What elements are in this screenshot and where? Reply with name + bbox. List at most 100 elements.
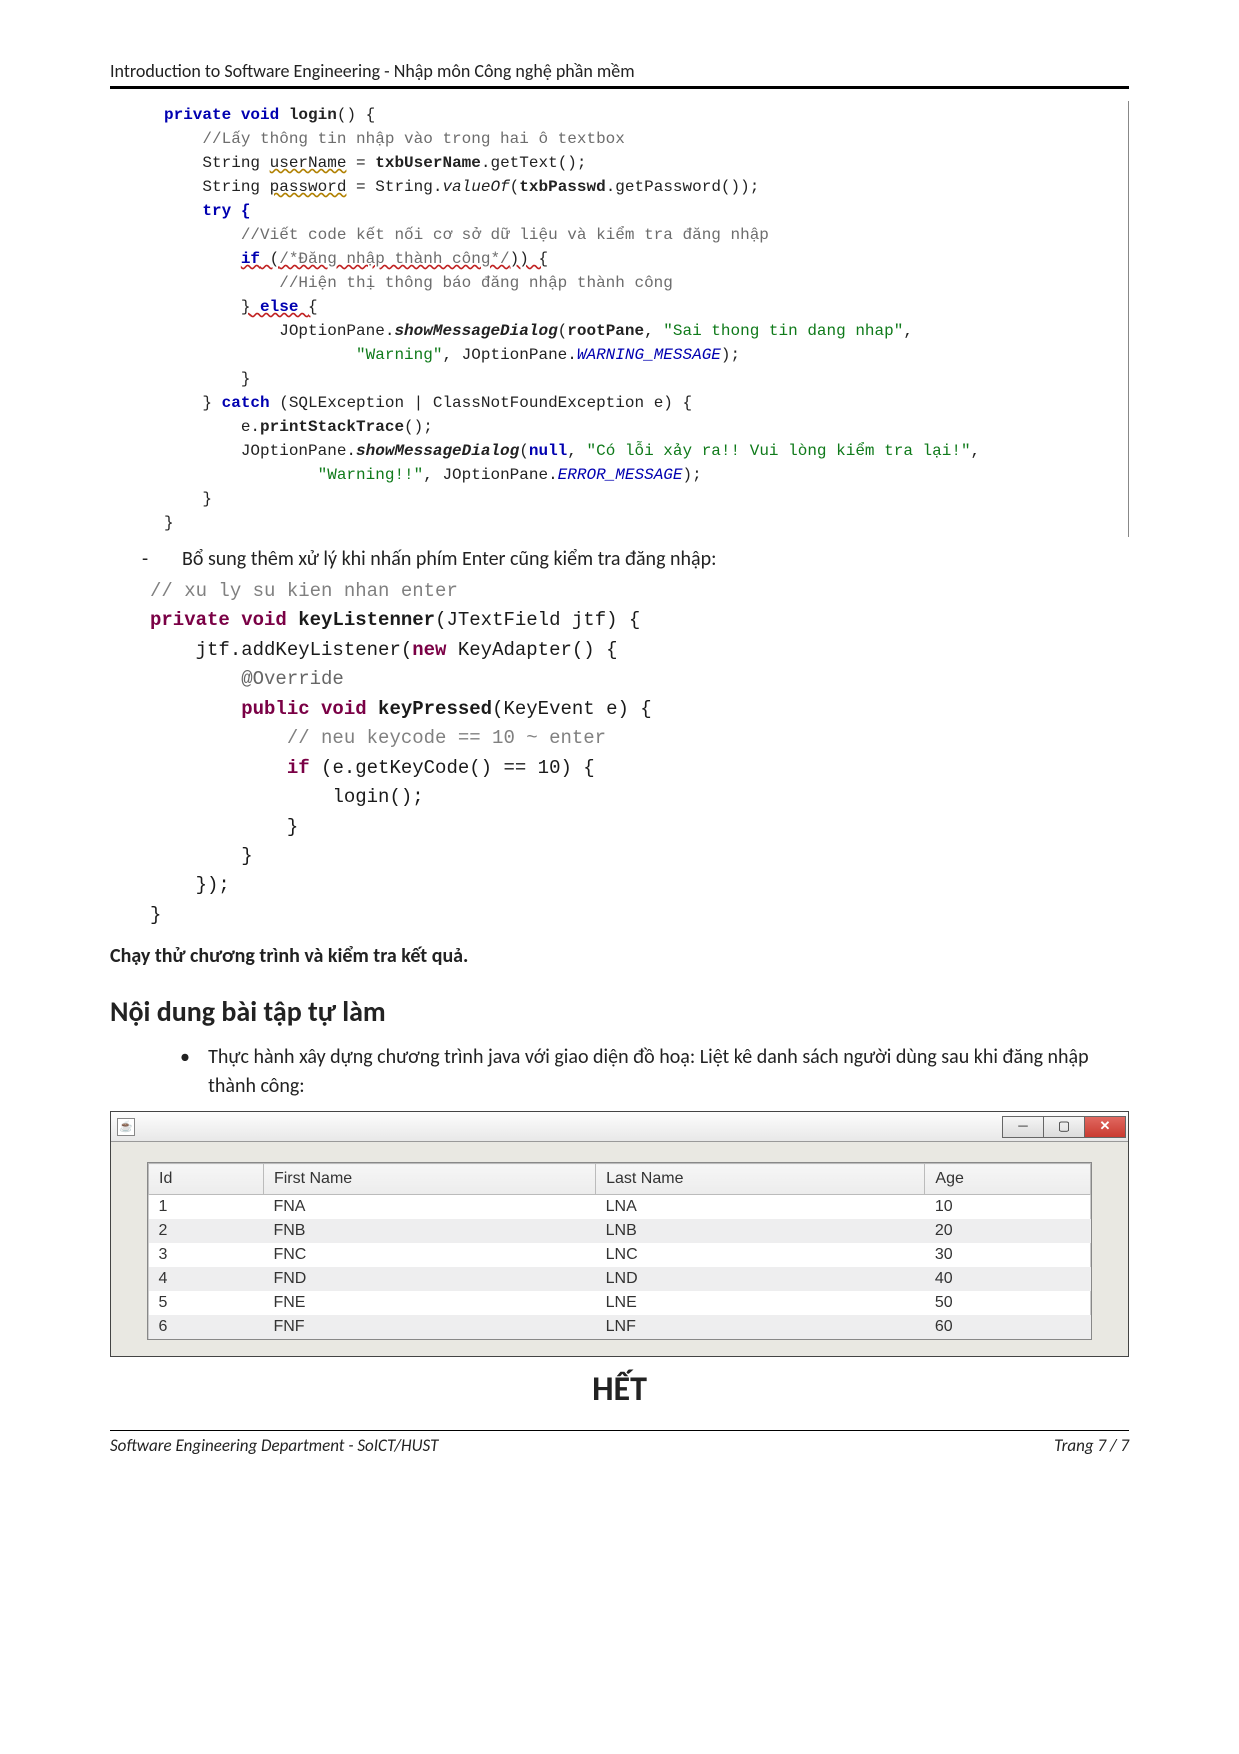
table-cell: 4	[149, 1267, 264, 1291]
string: "Warning"	[356, 346, 442, 364]
kw: if	[287, 757, 310, 779]
code-text: (JTextField jtf) {	[435, 609, 640, 631]
static-call: showMessageDialog	[356, 442, 519, 460]
code-text: }	[241, 845, 252, 867]
code-text: });	[196, 874, 230, 896]
var: password	[270, 178, 347, 196]
code-text: String	[202, 154, 269, 172]
table-cell: 30	[925, 1243, 1091, 1267]
method: printStackTrace	[260, 418, 404, 436]
code-text: (	[510, 178, 520, 196]
method-name: keyListenner	[298, 609, 435, 631]
code-text: String	[202, 178, 269, 196]
java-icon: ☕	[117, 1118, 135, 1136]
code-text: () {	[337, 106, 375, 124]
window-controls: — ▢ ✕	[1003, 1116, 1126, 1138]
exercise-bullet: • Thực hành xây dựng chương trình java v…	[180, 1043, 1129, 1101]
disc-marker: •	[180, 1043, 208, 1101]
bullet-enter-handling: - Bổ sung thêm xử lý khi nhấn phím Enter…	[142, 547, 1129, 571]
table-row[interactable]: 3FNCLNC30	[149, 1243, 1091, 1267]
comment: //Viết code kết nối cơ sở dữ liệu và kiể…	[241, 226, 769, 244]
table-cell: LNF	[596, 1315, 925, 1339]
table-cell: LND	[596, 1267, 925, 1291]
code-text: , JOptionPane.	[442, 346, 576, 364]
table-row[interactable]: 6FNFLNF60	[149, 1315, 1091, 1339]
footer-left: Software Engineering Department - SoICT/…	[110, 1435, 438, 1456]
comment: // neu keycode == 10 ~ enter	[287, 727, 606, 749]
table-cell: FNB	[263, 1219, 595, 1243]
code-text: ,	[644, 322, 663, 340]
code-text: (KeyEvent e) {	[492, 698, 652, 720]
table-cell: 2	[149, 1219, 264, 1243]
code-text: );	[683, 466, 702, 484]
code-text: ,	[903, 322, 913, 340]
code-text: {	[308, 298, 318, 316]
close-button[interactable]: ✕	[1084, 1116, 1126, 1138]
table-row[interactable]: 2FNBLNB20	[149, 1219, 1091, 1243]
table-cell: FNA	[263, 1195, 595, 1220]
table-cell: FNE	[263, 1291, 595, 1315]
code-text: }	[202, 394, 221, 412]
code-text: }	[164, 514, 174, 532]
code-text: .getText();	[481, 154, 587, 172]
code-text: jtf.addKeyListener(	[196, 639, 413, 661]
code-text: );	[721, 346, 740, 364]
constant: ERROR_MESSAGE	[558, 466, 683, 484]
table-cell: 50	[925, 1291, 1091, 1315]
result-window: ☕ — ▢ ✕ Id First Name Last Name Age 1FNA…	[110, 1111, 1129, 1357]
code-text: = String.	[346, 178, 442, 196]
kw: null	[529, 442, 567, 460]
annotation: @Override	[241, 668, 344, 690]
code-text: }	[241, 298, 251, 316]
kw: private void	[150, 609, 298, 631]
col-firstname[interactable]: First Name	[263, 1164, 595, 1195]
table-row[interactable]: 1FNALNA10	[149, 1195, 1091, 1220]
code-text: JOptionPane.	[279, 322, 394, 340]
kw: catch	[222, 394, 270, 412]
table-cell: 40	[925, 1267, 1091, 1291]
code-text: , JOptionPane.	[423, 466, 557, 484]
static-call: valueOf	[442, 178, 509, 196]
table-cell: 3	[149, 1243, 264, 1267]
code-text: (	[260, 250, 279, 268]
code-text: (	[558, 322, 568, 340]
page-footer: Software Engineering Department - SoICT/…	[110, 1430, 1129, 1456]
code-text: .getPassword());	[606, 178, 760, 196]
comment: /*Đăng nhập thành công*/	[279, 250, 509, 268]
minimize-button[interactable]: —	[1002, 1116, 1044, 1138]
kw: new	[412, 639, 446, 661]
table-cell: 1	[149, 1195, 264, 1220]
col-lastname[interactable]: Last Name	[596, 1164, 925, 1195]
code-text: (e.getKeyCode() == 10) {	[310, 757, 595, 779]
code-text: KeyAdapter() {	[446, 639, 617, 661]
col-age[interactable]: Age	[925, 1164, 1091, 1195]
page-header: Introduction to Software Engineering - N…	[110, 60, 1129, 89]
code-text: JOptionPane.	[241, 442, 356, 460]
var: userName	[270, 154, 347, 172]
code-block-keylistener: // xu ly su kien nhan enter private void…	[150, 577, 1129, 930]
table-cell: FNC	[263, 1243, 595, 1267]
field: txbUserName	[375, 154, 481, 172]
section-heading: Nội dung bài tập tự làm	[110, 994, 1129, 1029]
bullet-text: Bổ sung thêm xử lý khi nhấn phím Enter c…	[182, 547, 716, 571]
code-text: e.	[241, 418, 260, 436]
constant: WARNING_MESSAGE	[577, 346, 721, 364]
table-row[interactable]: 5FNELNE50	[149, 1291, 1091, 1315]
run-instruction: Chạy thử chương trình và kiểm tra kết qu…	[110, 944, 1129, 968]
code-text: ();	[404, 418, 433, 436]
table-cell: 60	[925, 1315, 1091, 1339]
table-cell: LNC	[596, 1243, 925, 1267]
code-text: (SQLException | ClassNotFoundException e…	[270, 394, 692, 412]
end-marker: HẾT	[110, 1369, 1129, 1410]
string: "Sai thong tin dang nhap"	[663, 322, 903, 340]
table-cell: FNF	[263, 1315, 595, 1339]
maximize-button[interactable]: ▢	[1043, 1116, 1085, 1138]
col-id[interactable]: Id	[149, 1164, 264, 1195]
string: "Warning!!"	[318, 466, 424, 484]
kw: public void	[241, 698, 378, 720]
table-cell: 10	[925, 1195, 1091, 1220]
exercise-text: Thực hành xây dựng chương trình java với…	[208, 1043, 1129, 1101]
kw: else	[250, 298, 308, 316]
table-cell: LNE	[596, 1291, 925, 1315]
table-row[interactable]: 4FNDLND40	[149, 1267, 1091, 1291]
